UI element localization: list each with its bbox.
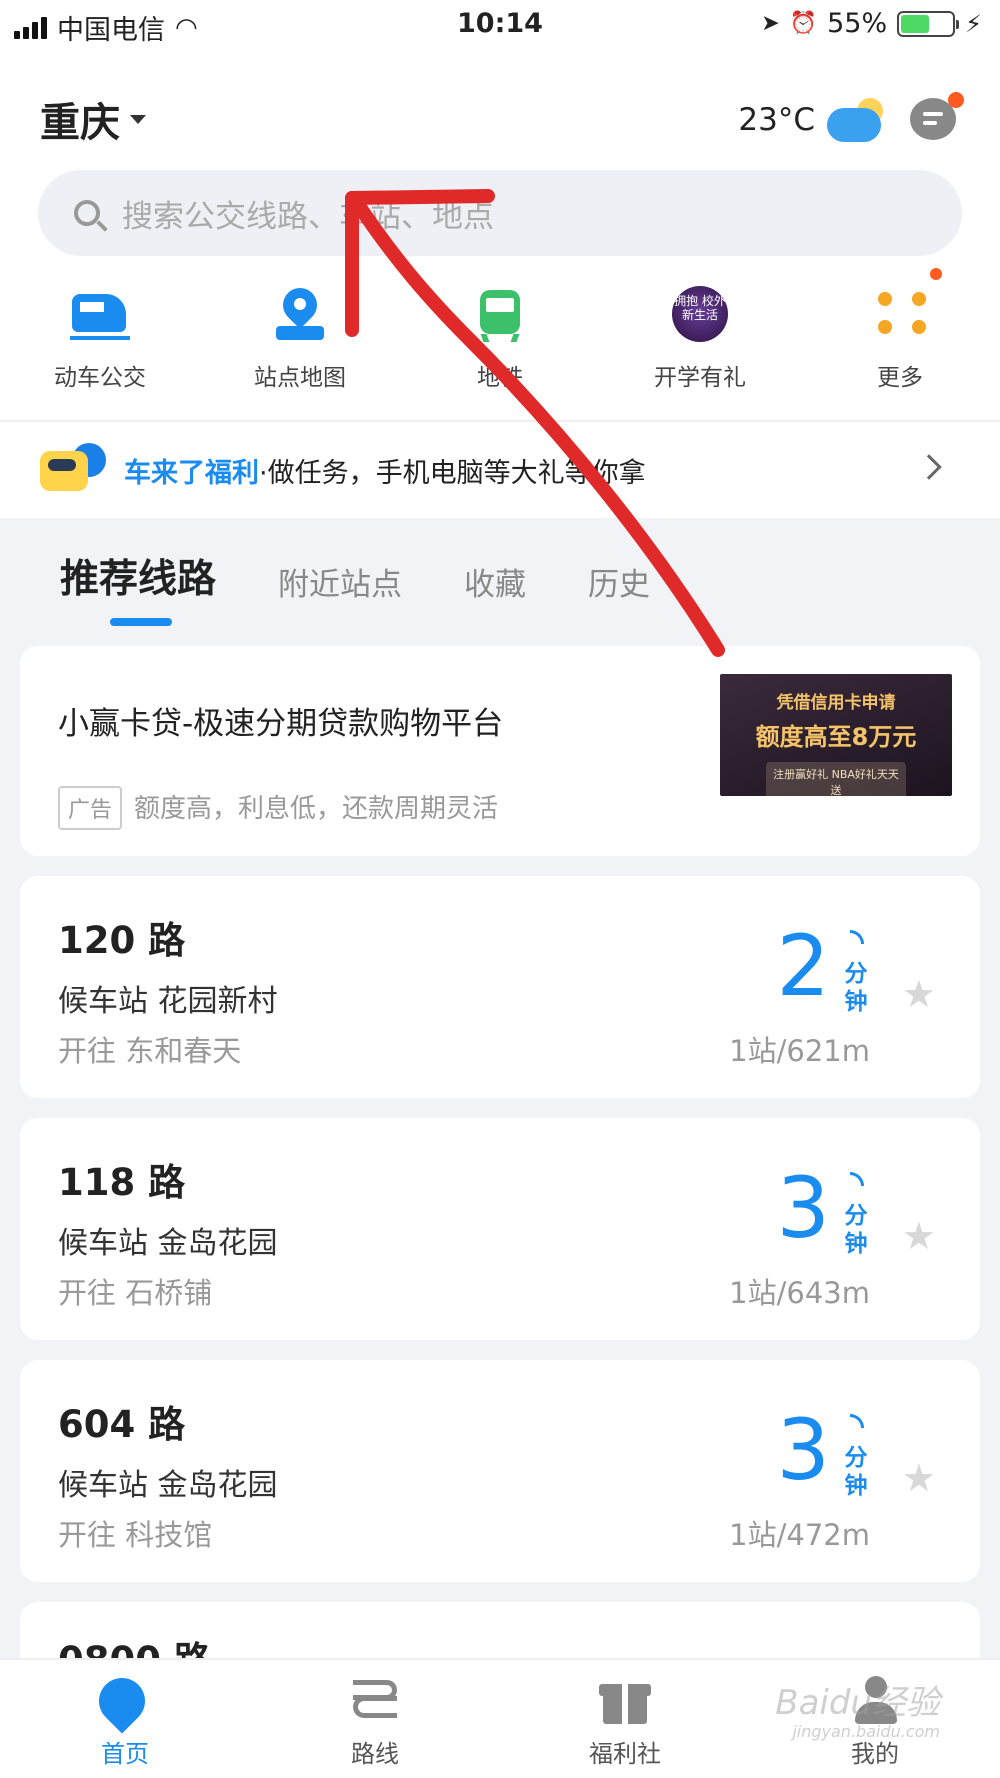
route-stop: 候车站 金岛花园: [58, 1226, 278, 1261]
route-stop: 候车站 金岛花园: [58, 1468, 278, 1503]
bullet-train-icon: [70, 286, 130, 342]
route-distance: 1站/643m: [729, 1276, 870, 1310]
quick-actions: 动车公交 站点地图 地铁 拥抱 校外 新生活 开学有礼 更多: [0, 268, 1000, 406]
tabbar-label: 首页: [101, 1740, 149, 1768]
realtime-signal-icon: [850, 1172, 864, 1186]
location-arrow-icon: ➤: [761, 11, 780, 36]
quick-action-more[interactable]: 更多: [800, 268, 1000, 406]
school-gift-icon: 拥抱 校外 新生活: [670, 286, 730, 342]
promo-highlight: 车来了福利: [124, 457, 259, 489]
promo-banner[interactable]: 车来了福利 ·做任务，手机电脑等大礼等你拿: [0, 422, 1000, 518]
charging-icon: ⚡: [965, 9, 982, 38]
arrival-minutes: 3: [776, 1159, 830, 1257]
search-bar[interactable]: 搜索公交线路、车站、地点: [38, 170, 962, 256]
metro-icon: [470, 286, 530, 342]
star-icon[interactable]: ★: [902, 1214, 936, 1258]
status-bar: 中国电信 ◠ 10:14 ➤ ⏰ 55% ⚡: [0, 0, 1000, 50]
star-icon[interactable]: ★: [902, 1456, 936, 1500]
battery-percent: 55%: [827, 8, 888, 39]
route-destination: 开往 科技馆: [58, 1518, 213, 1552]
quick-action-bullet-train[interactable]: 动车公交: [0, 286, 200, 406]
banner-line: 凭借信用卡申请: [776, 693, 896, 713]
quick-action-station-map[interactable]: 站点地图: [200, 280, 400, 406]
arrival-unit: 分钟: [844, 1203, 868, 1257]
tab-nearby[interactable]: 附近站点: [278, 559, 402, 626]
app-header: 重庆 23°C: [0, 90, 1000, 150]
realtime-signal-icon: [850, 1414, 864, 1428]
tab-bar: 推荐线路 附近站点 收藏 历史: [60, 548, 650, 626]
promo-text: ·做任务，手机电脑等大礼等你拿: [259, 457, 646, 489]
temperature: 23°C: [738, 102, 815, 138]
cloudy-sun-icon: [827, 98, 885, 142]
city-selector[interactable]: 重庆: [40, 90, 146, 148]
ad-tag: 广告: [58, 786, 123, 830]
tabbar-home[interactable]: 首页: [0, 1660, 250, 1778]
route-destination: 开往 东和春天: [58, 1034, 242, 1068]
city-name: 重庆: [40, 100, 120, 146]
arrival-minutes: 3: [776, 1401, 830, 1499]
route-stop: 候车站 花园新村: [58, 984, 278, 1019]
tabbar-welfare[interactable]: 福利社: [500, 1660, 750, 1778]
more-dots-icon: [870, 268, 942, 342]
tab-history[interactable]: 历史: [588, 559, 650, 626]
quick-action-label: 动车公交: [54, 365, 146, 391]
alarm-icon: ⏰: [789, 11, 818, 36]
route-distance: 1站/621m: [729, 1034, 870, 1068]
route-name: 118 路: [58, 1161, 186, 1204]
map-pin-icon: [270, 280, 330, 342]
caret-down-icon: [130, 114, 146, 124]
arrival-minutes: 2: [776, 917, 830, 1015]
route-card[interactable]: 120 路 候车站 花园新村 开往 东和春天 2 分钟 1站/621m ★: [20, 876, 980, 1098]
baidu-watermark: Baidu经验 jingyan.baidu.com: [775, 1686, 940, 1740]
quick-action-metro[interactable]: 地铁: [400, 286, 600, 406]
banner-line: 额度高至8万元: [755, 723, 917, 751]
route-distance: 1站/472m: [729, 1518, 870, 1552]
megaphone-mascot-icon: [40, 443, 106, 497]
tab-favorites[interactable]: 收藏: [464, 559, 526, 626]
battery-icon: [897, 10, 960, 37]
ad-description: 额度高，利息低，还款周期灵活: [134, 794, 499, 824]
arrival-unit: 分钟: [844, 961, 868, 1015]
quick-action-school-gift[interactable]: 拥抱 校外 新生活 开学有礼: [600, 286, 800, 406]
route-card[interactable]: 604 路 候车站 金岛花园 开往 科技馆 3 分钟 1站/472m ★: [20, 1360, 980, 1582]
ad-banner-image: 凭借信用卡申请 额度高至8万元 注册赢好礼 NBA好礼天天送: [720, 674, 952, 796]
quick-action-label: 地铁: [477, 365, 523, 391]
route-card[interactable]: 118 路 候车站 金岛花园 开往 石桥铺 3 分钟 1站/643m ★: [20, 1118, 980, 1340]
notification-dot: [930, 268, 942, 280]
watermark-text: Baidu经验: [775, 1683, 940, 1723]
arrival-unit: 分钟: [844, 1445, 868, 1499]
quick-action-label: 更多: [877, 365, 923, 391]
ad-title: 小赢卡贷-极速分期贷款购物平台: [58, 706, 504, 742]
home-icon: [89, 1668, 155, 1734]
route-icon: [349, 1674, 401, 1726]
ad-card[interactable]: 小赢卡贷-极速分期贷款购物平台 广告 额度高，利息低，还款周期灵活 凭借信用卡申…: [20, 646, 980, 856]
tabbar-routes[interactable]: 路线: [250, 1660, 500, 1778]
star-icon[interactable]: ★: [902, 972, 936, 1016]
quick-action-label: 站点地图: [254, 365, 346, 391]
notification-dot: [948, 92, 964, 108]
banner-line: 注册赢好礼 NBA好礼天天送: [766, 762, 906, 796]
tabbar-label: 福利社: [589, 1740, 661, 1768]
realtime-signal-icon: [850, 930, 864, 944]
route-name: 120 路: [58, 919, 186, 962]
watermark-sub: jingyan.baidu.com: [792, 1722, 940, 1741]
quick-action-label: 开学有礼: [654, 365, 746, 391]
tab-recommended[interactable]: 推荐线路: [60, 548, 216, 626]
message-button[interactable]: [910, 92, 964, 142]
search-icon: [74, 200, 100, 226]
chevron-right-icon: [916, 454, 942, 480]
search-placeholder: 搜索公交线路、车站、地点: [122, 198, 494, 235]
tabbar-label: 路线: [351, 1740, 399, 1768]
weather-widget[interactable]: 23°C: [738, 98, 885, 142]
route-destination: 开往 石桥铺: [58, 1276, 213, 1310]
route-name: 604 路: [58, 1403, 186, 1446]
gift-icon: [599, 1674, 651, 1726]
